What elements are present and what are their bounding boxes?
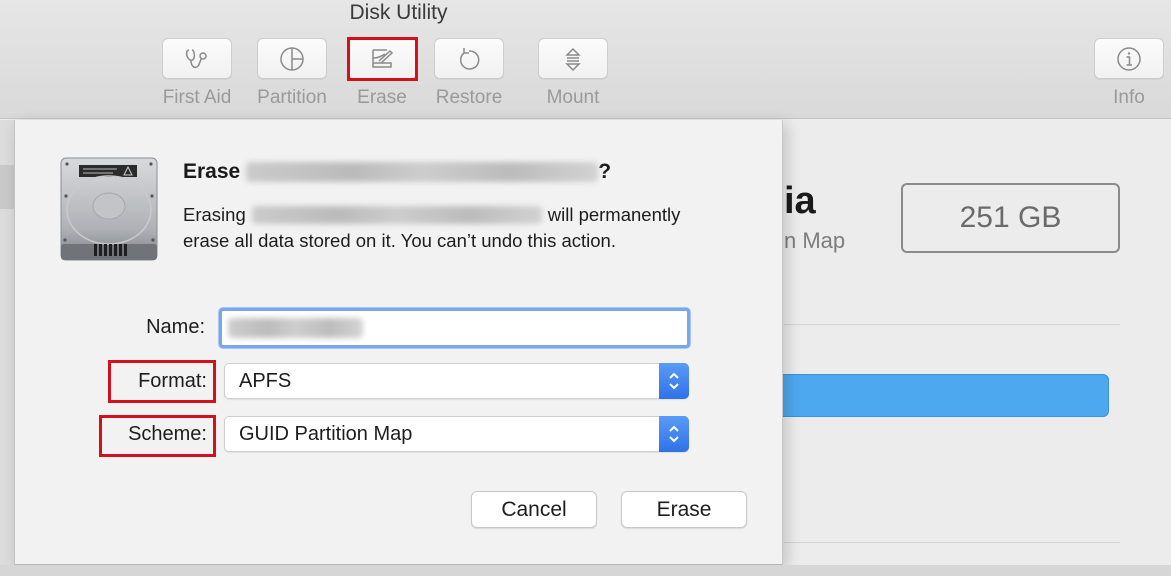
redacted-name-value bbox=[228, 318, 363, 338]
toolbar-info[interactable]: Info bbox=[1093, 38, 1165, 109]
first-aid-button[interactable] bbox=[162, 38, 232, 79]
restore-label: Restore bbox=[435, 87, 503, 108]
scheme-select[interactable]: GUID Partition Map bbox=[224, 416, 689, 452]
capacity-badge: 251 GB bbox=[901, 183, 1120, 253]
toolbar-restore[interactable]: Restore bbox=[433, 38, 505, 109]
info-icon bbox=[1117, 46, 1141, 71]
divider bbox=[784, 324, 1120, 325]
sidebar bbox=[0, 120, 14, 576]
redacted-disk-name bbox=[246, 162, 599, 182]
pie-chart-icon bbox=[280, 46, 304, 71]
dialog-message: Erasing will permanently erase all data … bbox=[183, 202, 680, 254]
scheme-value: GUID Partition Map bbox=[239, 422, 413, 445]
erase-highlight-box bbox=[347, 37, 418, 81]
restore-arrow-icon bbox=[459, 47, 480, 70]
cancel-button[interactable]: Cancel bbox=[471, 491, 597, 528]
stethoscope-icon bbox=[185, 48, 207, 68]
window-title: Disk Utility bbox=[349, 1, 448, 24]
format-stepper[interactable] bbox=[659, 363, 689, 399]
info-label: Info bbox=[1113, 87, 1145, 108]
message-line2: erase all data stored on it. You can’t u… bbox=[183, 230, 616, 251]
hard-disk-icon bbox=[60, 157, 158, 261]
message-prefix: Erasing bbox=[183, 204, 246, 225]
restore-button[interactable] bbox=[434, 38, 504, 79]
usage-bar bbox=[770, 374, 1109, 417]
dialog-title-suffix: ? bbox=[598, 160, 612, 183]
format-select[interactable]: APFS bbox=[224, 363, 689, 399]
message-suffix: will permanently bbox=[547, 204, 681, 225]
chevron-up-down-icon bbox=[669, 425, 679, 443]
info-button[interactable] bbox=[1094, 38, 1164, 79]
window-bottom-edge bbox=[0, 565, 1171, 576]
chevron-up-down-icon bbox=[669, 372, 679, 390]
format-highlight-box bbox=[108, 360, 216, 403]
divider bbox=[784, 542, 1120, 543]
toolbar-mount[interactable]: Mount bbox=[537, 38, 609, 109]
format-value: APFS bbox=[239, 369, 292, 392]
toolbar-partition[interactable]: Partition bbox=[256, 38, 328, 109]
mount-label: Mount bbox=[546, 87, 600, 108]
name-label: Name: bbox=[146, 316, 205, 338]
toolbar: Disk Utility First Aid Partition Erase R… bbox=[0, 0, 1171, 119]
disk-title: ia bbox=[784, 180, 816, 222]
dialog-title-prefix: Erase bbox=[183, 160, 241, 183]
disk-subtitle: n Map bbox=[784, 228, 846, 253]
erase-button[interactable]: Erase bbox=[621, 491, 747, 528]
mount-button[interactable] bbox=[538, 38, 608, 79]
name-input[interactable] bbox=[219, 308, 690, 348]
toolbar-first-aid[interactable]: First Aid bbox=[161, 38, 233, 109]
scheme-stepper[interactable] bbox=[659, 416, 689, 452]
sidebar-selected-item[interactable] bbox=[0, 165, 14, 209]
dialog-title: Erase ? bbox=[183, 160, 611, 184]
scheme-highlight-box bbox=[99, 415, 216, 457]
partition-button[interactable] bbox=[257, 38, 327, 79]
mount-arrows-icon bbox=[565, 47, 581, 71]
redacted-disk-name bbox=[251, 206, 542, 224]
erase-dialog: Erase ? Erasing will permanently erase a… bbox=[14, 120, 783, 565]
